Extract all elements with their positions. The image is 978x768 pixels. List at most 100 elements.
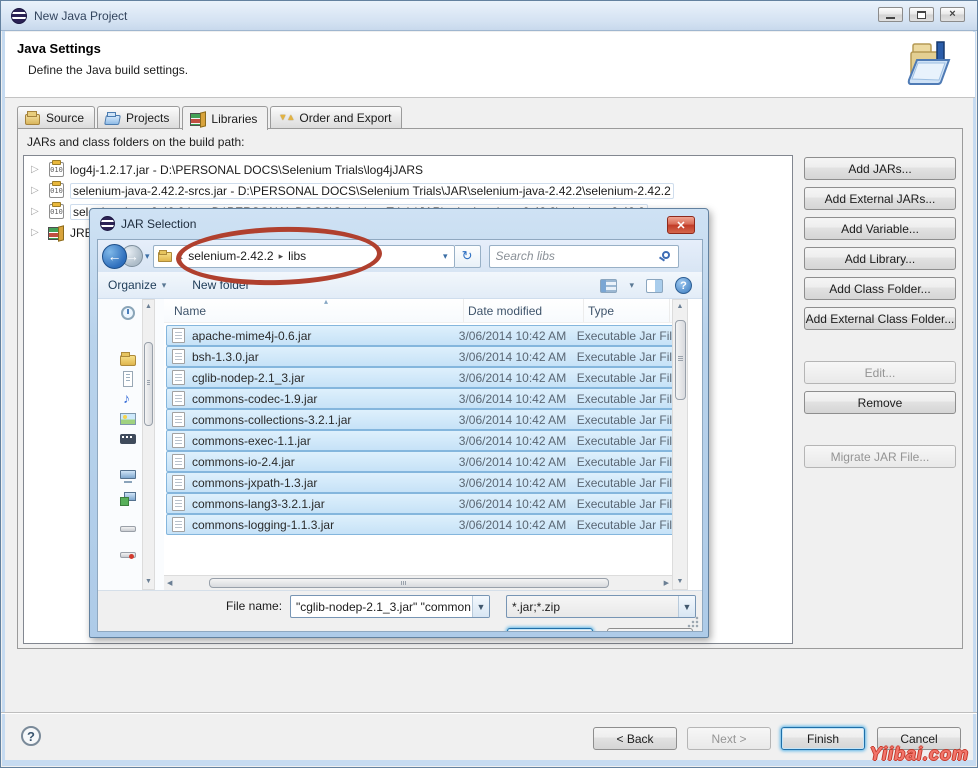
search-icon <box>662 251 670 259</box>
computer-icon[interactable] <box>120 469 136 485</box>
organize-button[interactable]: Organize ▾ <box>108 278 166 292</box>
window-titlebar[interactable]: New Java Project × <box>1 1 977 31</box>
scroll-down-icon[interactable]: ▼ <box>143 575 154 589</box>
tab[interactable]: Projects <box>97 106 180 128</box>
dialog-titlebar[interactable]: JAR Selection <box>100 216 196 231</box>
scroll-down-icon[interactable]: ▼ <box>673 575 687 589</box>
file-row-selected[interactable]: commons-codec-1.9.jar 3/06/2014 10:42 AM… <box>166 388 684 409</box>
file-row-selected[interactable]: commons-lang3-3.2.1.jar 3/06/2014 10:42 … <box>166 493 684 514</box>
file-row-selected[interactable]: bsh-1.3.0.jar 3/06/2014 10:42 AM Executa… <box>166 346 684 367</box>
dvd-drive-icon[interactable] <box>120 547 136 563</box>
folder-icon <box>158 250 172 262</box>
maximize-icon <box>917 11 926 19</box>
jar-icon <box>49 204 64 219</box>
back-button[interactable]: ← <box>102 244 127 269</box>
scrollbar-thumb[interactable] <box>209 578 609 588</box>
pictures-icon[interactable] <box>120 411 136 427</box>
file-browser: ▲ ▼ Name ▴ Date modified Type Siz <box>98 299 702 590</box>
side-button[interactable]: Add Variable... <box>804 217 956 240</box>
scrollbar-thumb[interactable] <box>675 320 686 400</box>
nav-pane-scrollbar[interactable]: ▲ ▼ <box>142 299 155 590</box>
file-row-selected[interactable]: commons-jxpath-1.3.jar 3/06/2014 10:42 A… <box>166 472 684 493</box>
file-row-selected[interactable]: commons-exec-1.1.jar 3/06/2014 10:42 AM … <box>166 430 684 451</box>
eclipse-icon <box>100 216 115 231</box>
expand-arrow-icon[interactable] <box>31 206 45 217</box>
side-button[interactable]: Add JARs... <box>804 157 956 180</box>
build-path-actions: Add JARs... Add External JARs... Add Var… <box>804 157 956 475</box>
window-border <box>2 760 976 766</box>
chevron-down-icon[interactable]: ▼ <box>472 596 489 617</box>
documents-icon[interactable] <box>120 371 136 387</box>
file-row-selected[interactable]: apache-mime4j-0.6.jar 3/06/2014 10:42 AM… <box>166 325 684 346</box>
source-tab-icon <box>25 111 41 125</box>
help-icon[interactable]: ? <box>21 726 41 746</box>
tab[interactable]: Order and Export <box>270 106 402 128</box>
tab[interactable]: Libraries <box>182 106 268 130</box>
search-box[interactable] <box>489 245 679 268</box>
file-row-selected[interactable]: commons-io-2.4.jar 3/06/2014 10:42 AM Ex… <box>166 451 684 472</box>
help-icon[interactable]: ? <box>675 277 692 294</box>
build-path-item[interactable]: selenium-java-2.42.2-srcs.jar - D:\PERSO… <box>24 180 792 201</box>
next-button[interactable]: Next > <box>687 727 771 750</box>
scroll-left-icon[interactable]: ◀ <box>167 576 172 591</box>
expand-arrow-icon[interactable] <box>31 185 45 196</box>
expand-arrow-icon[interactable] <box>31 164 45 175</box>
build-path-label: JARs and class folders on the build path… <box>27 135 244 149</box>
tab[interactable]: Source <box>17 106 95 128</box>
file-type-filter-combo[interactable]: *.jar;*.zip ▼ <box>506 595 696 618</box>
scrollbar-thumb[interactable] <box>144 342 153 426</box>
column-type[interactable]: Type <box>584 299 670 322</box>
chevron-down-icon[interactable]: ▼ <box>678 596 695 617</box>
maximize-button[interactable] <box>909 7 934 22</box>
side-button[interactable]: Add Class Folder... <box>804 277 956 300</box>
search-input[interactable] <box>496 249 656 263</box>
order-export-tab-icon <box>278 111 294 125</box>
recent-places-icon[interactable] <box>120 305 136 321</box>
filter-value: *.jar;*.zip <box>512 600 560 614</box>
file-name-combo[interactable]: "cglib-nodep-2.1_3.jar" "common ▼ <box>290 595 490 618</box>
side-button[interactable]: Migrate JAR File... <box>804 445 956 468</box>
eclipse-icon <box>11 8 27 24</box>
expand-arrow-icon[interactable] <box>31 227 45 238</box>
build-path-item[interactable]: log4j-1.2.17.jar - D:\PERSONAL DOCS\Sele… <box>24 159 792 180</box>
chevron-down-icon[interactable]: ▾ <box>629 280 634 291</box>
side-button[interactable]: Add Library... <box>804 247 956 270</box>
file-row-selected[interactable]: cglib-nodep-2.1_3.jar 3/06/2014 10:42 AM… <box>166 367 684 388</box>
side-button[interactable]: Edit... <box>804 361 956 384</box>
jar-file-icon <box>172 328 185 343</box>
file-list-hscrollbar[interactable]: ◀ ▶ <box>164 575 672 590</box>
column-name[interactable]: Name ▴ <box>164 299 464 322</box>
jar-icon <box>49 183 64 198</box>
videos-icon[interactable] <box>120 431 136 447</box>
refresh-button[interactable] <box>455 245 481 268</box>
side-button[interactable]: Add External Class Folder... <box>804 307 956 330</box>
finish-button[interactable]: Finish <box>781 727 865 750</box>
file-row-selected[interactable]: commons-logging-1.1.3.jar 3/06/2014 10:4… <box>166 514 684 535</box>
scroll-up-icon[interactable]: ▲ <box>143 300 154 314</box>
file-name-label: File name: <box>226 599 282 613</box>
preview-pane-icon[interactable] <box>646 279 663 293</box>
side-button[interactable]: Add External JARs... <box>804 187 956 210</box>
side-button[interactable]: Remove <box>804 391 956 414</box>
music-icon[interactable] <box>120 391 136 407</box>
file-row-selected[interactable]: commons-collections-3.2.1.jar 3/06/2014 … <box>166 409 684 430</box>
close-button[interactable]: × <box>940 7 965 22</box>
file-list-scrollbar[interactable]: ▲ ▼ <box>672 299 688 590</box>
minimize-button[interactable] <box>878 7 903 22</box>
scroll-right-icon[interactable]: ▶ <box>664 576 669 591</box>
library-icon <box>48 226 64 240</box>
change-view-icon[interactable] <box>600 279 617 293</box>
address-dropdown-icon[interactable]: ▾ <box>443 251 450 262</box>
back-button[interactable]: < Back <box>593 727 677 750</box>
local-disk-icon[interactable] <box>120 521 136 537</box>
open-button[interactable]: Open <box>507 628 593 632</box>
network-icon[interactable] <box>120 491 136 507</box>
dialog-cancel-button[interactable]: Cancel <box>607 628 693 632</box>
recent-pages-chevron-icon[interactable]: ▾ <box>145 251 150 262</box>
wizard-header: Java Settings Define the Java build sett… <box>5 32 975 98</box>
column-date-modified[interactable]: Date modified <box>464 299 584 322</box>
libraries-icon[interactable] <box>120 351 136 367</box>
scroll-up-icon[interactable]: ▲ <box>673 300 687 314</box>
resize-grip[interactable] <box>687 616 699 628</box>
dialog-close-button[interactable]: ✕ <box>667 216 695 234</box>
